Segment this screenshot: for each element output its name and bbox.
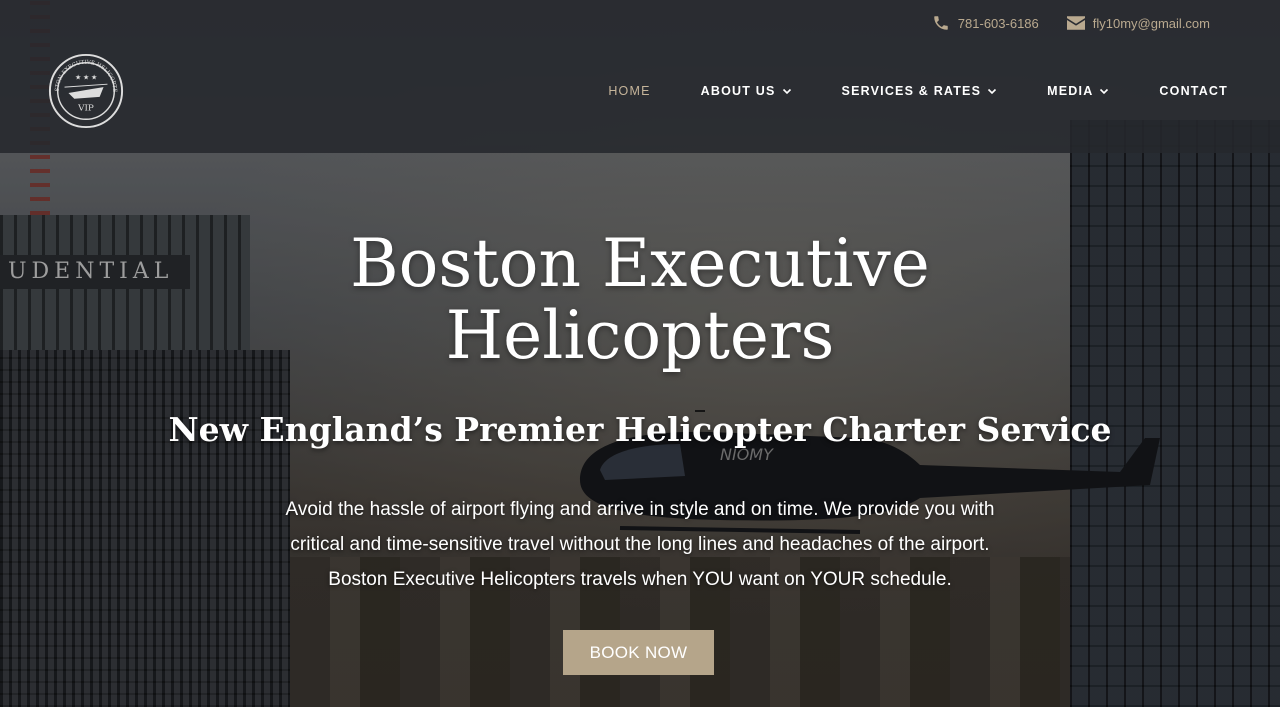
- nav-media[interactable]: MEDIA: [1047, 84, 1109, 98]
- nav-home[interactable]: HOME: [608, 84, 650, 98]
- book-now-button[interactable]: BOOK NOW: [563, 630, 714, 675]
- email-address: fly10my@gmail.com: [1092, 15, 1210, 31]
- phone-link[interactable]: 781-603-6186: [932, 14, 1039, 32]
- chevron-down-icon: [1100, 88, 1109, 95]
- chevron-down-icon: [782, 88, 791, 95]
- hero-title-line2: Helicopters: [445, 297, 835, 374]
- hero-desc-line3: Boston Executive Helicopters travels whe…: [328, 569, 952, 590]
- nav-about-us-label: ABOUT US: [700, 84, 776, 98]
- contact-bar: 781-603-6186 fly10my@gmail.com: [932, 14, 1210, 32]
- nav-contact[interactable]: CONTACT: [1159, 84, 1228, 98]
- hero-title: Boston Executive Helicopters: [0, 228, 1280, 372]
- nav-media-label: MEDIA: [1047, 84, 1094, 98]
- site-logo[interactable]: BOSTON EXECUTIVE HELICOPTERS ★ ★ ★ VIP: [47, 52, 125, 130]
- chevron-down-icon: [988, 88, 997, 95]
- nav-about-us[interactable]: ABOUT US: [701, 84, 792, 98]
- email-link[interactable]: fly10my@gmail.com: [1066, 15, 1210, 31]
- nav-contact-label: CONTACT: [1159, 84, 1228, 98]
- site-header: 781-603-6186 fly10my@gmail.com BOSTON EX…: [0, 0, 1280, 153]
- hero-description: Avoid the hassle of airport flying and a…: [220, 492, 1060, 597]
- phone-number: 781-603-6186: [957, 15, 1039, 31]
- hero-desc-line1: Avoid the hassle of airport flying and a…: [285, 499, 995, 520]
- hero-title-line1: Boston Executive: [350, 225, 930, 302]
- envelope-icon: [1066, 16, 1085, 30]
- svg-text:★ ★ ★: ★ ★ ★: [75, 73, 97, 81]
- svg-text:BOSTON EXECUTIVE HELICOPTERS: BOSTON EXECUTIVE HELICOPTERS: [47, 52, 117, 92]
- phone-icon: [934, 16, 948, 30]
- main-nav: HOME ABOUT US SERVICES & RATES MEDIA CON…: [558, 84, 1228, 98]
- nav-home-label: HOME: [608, 84, 651, 98]
- logo-badge-text: VIP: [77, 104, 94, 114]
- logo-arc-text: BOSTON EXECUTIVE HELICOPTERS: [47, 52, 117, 92]
- hero-subtitle: New England’s Premier Helicopter Charter…: [168, 410, 1112, 449]
- hero-desc-line2: critical and time-sensitive travel witho…: [290, 534, 990, 555]
- nav-services-rates-label: SERVICES & RATES: [841, 84, 982, 98]
- nav-services-rates[interactable]: SERVICES & RATES: [842, 84, 998, 98]
